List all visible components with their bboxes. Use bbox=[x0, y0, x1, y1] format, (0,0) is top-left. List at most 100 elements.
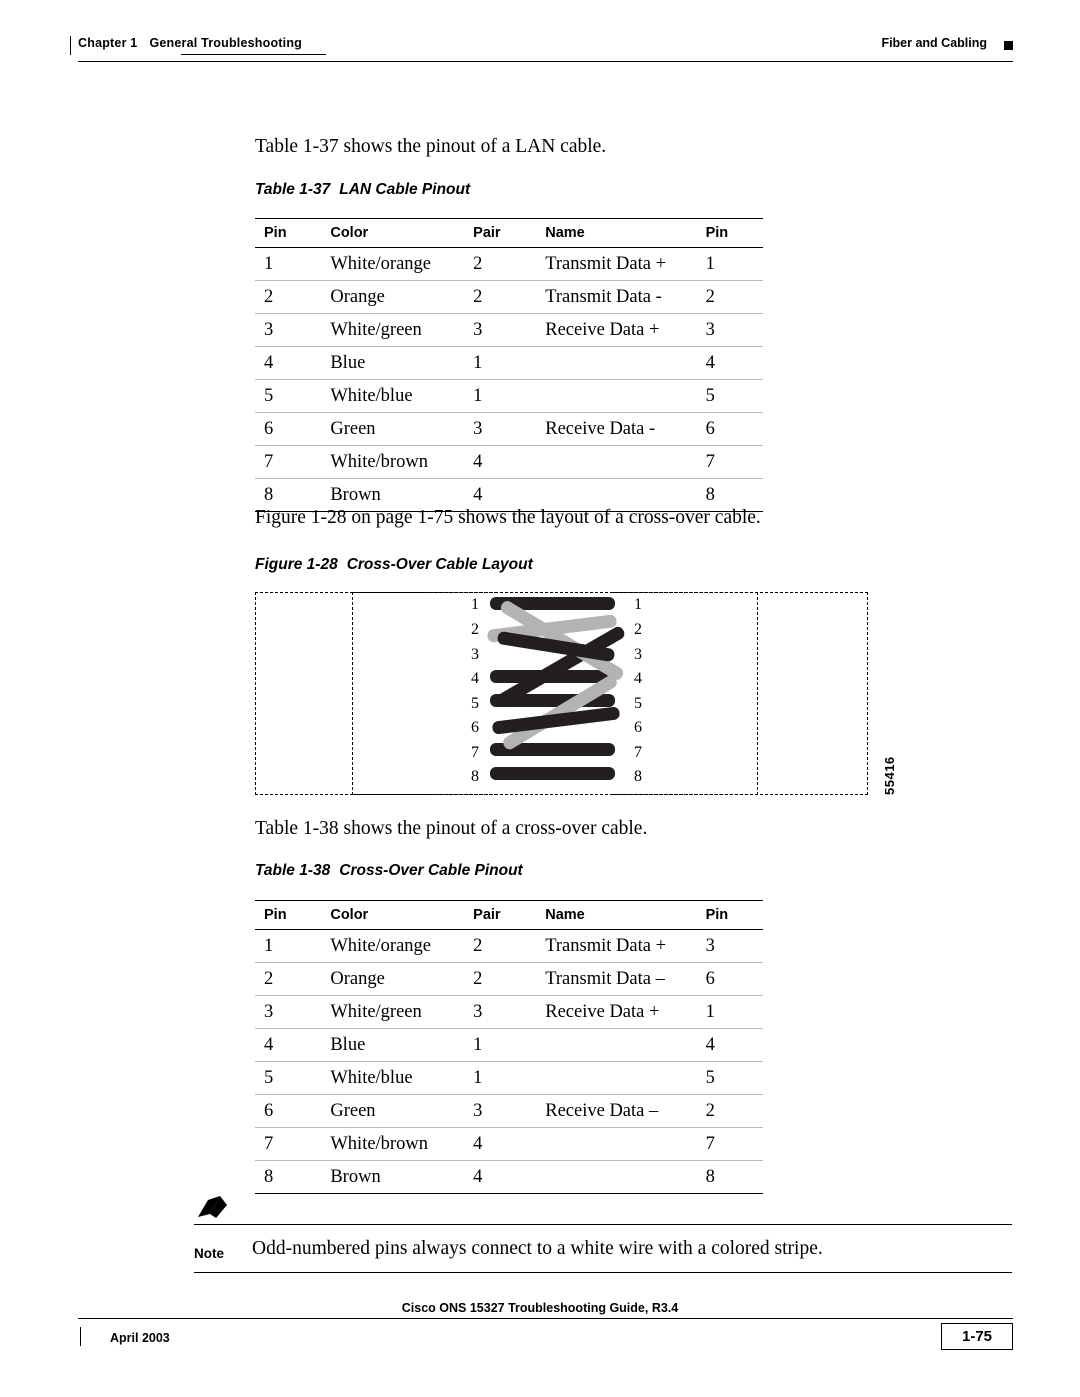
col-header-name: Name bbox=[536, 900, 697, 930]
cell-name: Transmit Data + bbox=[536, 929, 697, 963]
cell-pair: 1 bbox=[464, 1061, 537, 1095]
cell-pair: 1 bbox=[464, 379, 537, 413]
cell-pin-left: 2 bbox=[255, 280, 322, 314]
cell-pair: 4 bbox=[464, 1160, 537, 1194]
header-chapter: Chapter 1 General Troubleshooting bbox=[78, 36, 302, 50]
cell-pin-left: 2 bbox=[255, 962, 322, 996]
table-row: 2 Orange 2 Transmit Data - 2 bbox=[255, 280, 763, 314]
xref-figure-1-28[interactable]: Figure 1-28 on page 1-75 bbox=[255, 507, 453, 528]
cell-color: White/brown bbox=[321, 1127, 465, 1161]
cell-pin-right: 1 bbox=[696, 995, 763, 1029]
cell-pin-left: 1 bbox=[255, 247, 322, 281]
cell-pin-left: 6 bbox=[255, 412, 322, 446]
cell-pin-left: 4 bbox=[255, 346, 322, 380]
cell-color: White/green bbox=[321, 313, 465, 347]
cell-name bbox=[536, 379, 697, 413]
table-row: 3 White/green 3 Receive Data + 3 bbox=[255, 313, 763, 347]
cell-color: White/brown bbox=[321, 445, 465, 479]
cell-pin-left: 3 bbox=[255, 995, 322, 1029]
cell-color: Brown bbox=[321, 1160, 465, 1194]
header-section-title: Fiber and Cabling bbox=[881, 36, 987, 50]
caption-table-1-38: Table 1-38 Cross-Over Cable Pinout bbox=[255, 862, 523, 880]
header-square-marker bbox=[1004, 41, 1013, 50]
cell-color: Orange bbox=[321, 962, 465, 996]
caption-table-1-38-number: Table 1-38 bbox=[255, 862, 331, 879]
note-bottom-rule bbox=[194, 1272, 1012, 1273]
header-chapter-underline bbox=[181, 54, 326, 55]
table-row: 5 White/blue 1 5 bbox=[255, 1061, 763, 1095]
cell-pin-right: 4 bbox=[696, 1028, 763, 1062]
cell-pair: 2 bbox=[464, 247, 537, 281]
xref-table-1-38[interactable]: Table 1-38 bbox=[255, 818, 339, 839]
cell-pair: 4 bbox=[464, 1127, 537, 1161]
table-row: 3 White/green 3 Receive Data + 1 bbox=[255, 995, 763, 1029]
cell-name: Receive Data - bbox=[536, 412, 697, 446]
cell-pin-left: 8 bbox=[255, 1160, 322, 1194]
header-chapter-title: General Troubleshooting bbox=[149, 36, 302, 50]
cell-color: Green bbox=[321, 412, 465, 446]
cell-pin-left: 5 bbox=[255, 379, 322, 413]
cell-pin-left: 6 bbox=[255, 1094, 322, 1128]
cell-pair: 1 bbox=[464, 1028, 537, 1062]
cell-pin-right: 7 bbox=[696, 1127, 763, 1161]
cell-name: Receive Data – bbox=[536, 1094, 697, 1128]
cell-color: Green bbox=[321, 1094, 465, 1128]
xref-table-1-37[interactable]: Table 1-37 bbox=[255, 136, 339, 157]
col-header-color: Color bbox=[321, 900, 465, 930]
cell-pair: 2 bbox=[464, 962, 537, 996]
cell-pin-left: 7 bbox=[255, 445, 322, 479]
table-row: 5 White/blue 1 5 bbox=[255, 379, 763, 413]
figure-right-pin: 8 bbox=[634, 768, 642, 785]
cell-color: Orange bbox=[321, 280, 465, 314]
cell-pin-right: 2 bbox=[696, 1094, 763, 1128]
cell-pin-right: 5 bbox=[696, 379, 763, 413]
cell-color: Blue bbox=[321, 1028, 465, 1062]
cell-name bbox=[536, 1061, 697, 1095]
figure-left-pin: 5 bbox=[471, 695, 479, 712]
cell-pin-right: 4 bbox=[696, 346, 763, 380]
page-header: Chapter 1 General Troubleshooting Fiber a… bbox=[70, 36, 1013, 62]
figure-right-pin: 4 bbox=[634, 670, 642, 687]
col-header-pin-left: Pin bbox=[255, 218, 322, 248]
cell-pair: 4 bbox=[464, 445, 537, 479]
cell-name bbox=[536, 445, 697, 479]
cell-name: Receive Data + bbox=[536, 995, 697, 1029]
table-cross-over-cable-pinout: Pin Color Pair Name Pin 1 White/orange 2… bbox=[255, 900, 763, 1194]
cell-pin-right: 3 bbox=[696, 929, 763, 963]
figure-right-pin: 5 bbox=[634, 695, 642, 712]
header-chapter-label: Chapter 1 bbox=[78, 36, 138, 50]
note-label: Note bbox=[194, 1246, 224, 1261]
cell-pin-right: 3 bbox=[696, 313, 763, 347]
figure-left-pin: 1 bbox=[471, 596, 479, 613]
cell-pair: 2 bbox=[464, 929, 537, 963]
cell-color: White/orange bbox=[321, 247, 465, 281]
header-rule bbox=[78, 61, 1013, 62]
cell-name: Transmit Data – bbox=[536, 962, 697, 996]
intro-text-rest: shows the layout of a cross-over cable. bbox=[453, 507, 761, 528]
cell-pair: 1 bbox=[464, 346, 537, 380]
intro-text-figure-1-28: Figure 1-28 on page 1-75 shows the layou… bbox=[255, 505, 761, 530]
wire-segment bbox=[490, 767, 615, 780]
note-top-rule bbox=[194, 1224, 1012, 1225]
col-header-pin-right: Pin bbox=[696, 900, 763, 930]
cell-color: White/orange bbox=[321, 929, 465, 963]
table-header-row: Pin Color Pair Name Pin bbox=[255, 900, 763, 930]
cell-pin-right: 8 bbox=[696, 1160, 763, 1194]
col-header-color: Color bbox=[321, 218, 465, 248]
cell-name: Receive Data + bbox=[536, 313, 697, 347]
footer-page-number: 1-75 bbox=[941, 1323, 1013, 1350]
table-row: 1 White/orange 2 Transmit Data + 1 bbox=[255, 247, 763, 281]
figure-left-pin: 3 bbox=[471, 646, 479, 663]
intro-text-table-1-38: Table 1-38 shows the pinout of a cross-o… bbox=[255, 816, 647, 841]
caption-figure-1-28: Figure 1-28 Cross-Over Cable Layout bbox=[255, 556, 533, 574]
col-header-name: Name bbox=[536, 218, 697, 248]
cell-color: White/blue bbox=[321, 1061, 465, 1095]
table-row: 8 Brown 4 8 bbox=[255, 1160, 763, 1194]
table-row: 6 Green 3 Receive Data - 6 bbox=[255, 412, 763, 446]
footer-document-title: Cisco ONS 15327 Troubleshooting Guide, R… bbox=[401, 1301, 679, 1315]
figure-id-number: 55416 bbox=[882, 756, 897, 795]
cell-color: Blue bbox=[321, 346, 465, 380]
caption-figure-1-28-number: Figure 1-28 bbox=[255, 556, 338, 573]
cell-pair: 3 bbox=[464, 1094, 537, 1128]
cell-pin-right: 6 bbox=[696, 412, 763, 446]
